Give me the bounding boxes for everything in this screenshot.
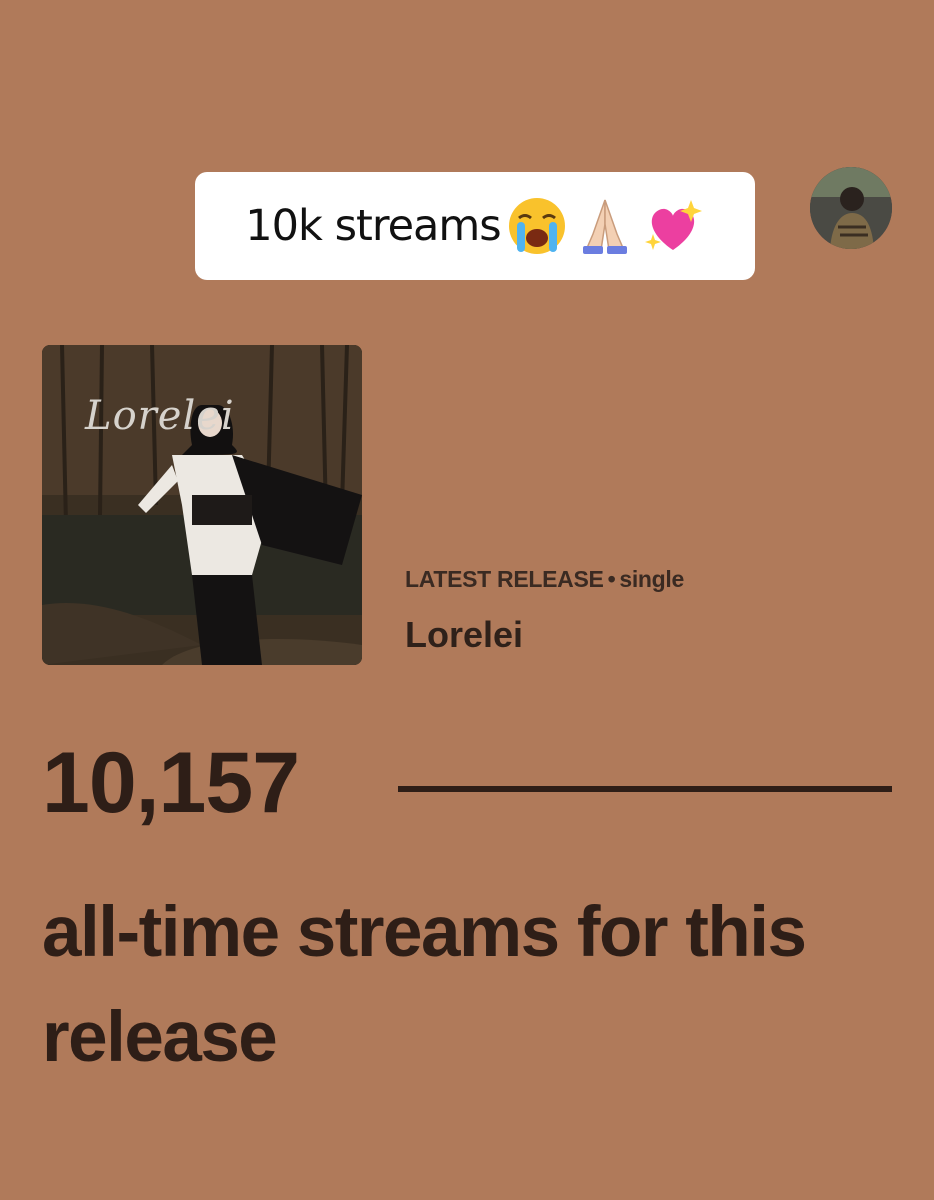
avatar[interactable] <box>810 167 892 249</box>
caption-sticker[interactable]: 10k streams <box>195 172 755 280</box>
stream-count-label: all-time streams for this release <box>42 893 807 1077</box>
release-kind: LATEST RELEASE • single <box>405 566 684 593</box>
album-cover-title: Lorelei <box>85 393 235 439</box>
caption-text: 10k streams <box>245 201 501 251</box>
sparkling-heart-icon <box>641 194 705 258</box>
release-kind-label: LATEST RELEASE <box>405 566 604 592</box>
loudly-crying-face-icon <box>505 194 569 258</box>
folded-hands-icon <box>573 194 637 258</box>
release-type: single <box>619 566 684 592</box>
release-kind-separator: • <box>607 566 616 592</box>
divider-line <box>398 786 892 792</box>
stream-count: 10,157 <box>42 735 300 831</box>
release-name[interactable]: Lorelei <box>405 614 523 656</box>
